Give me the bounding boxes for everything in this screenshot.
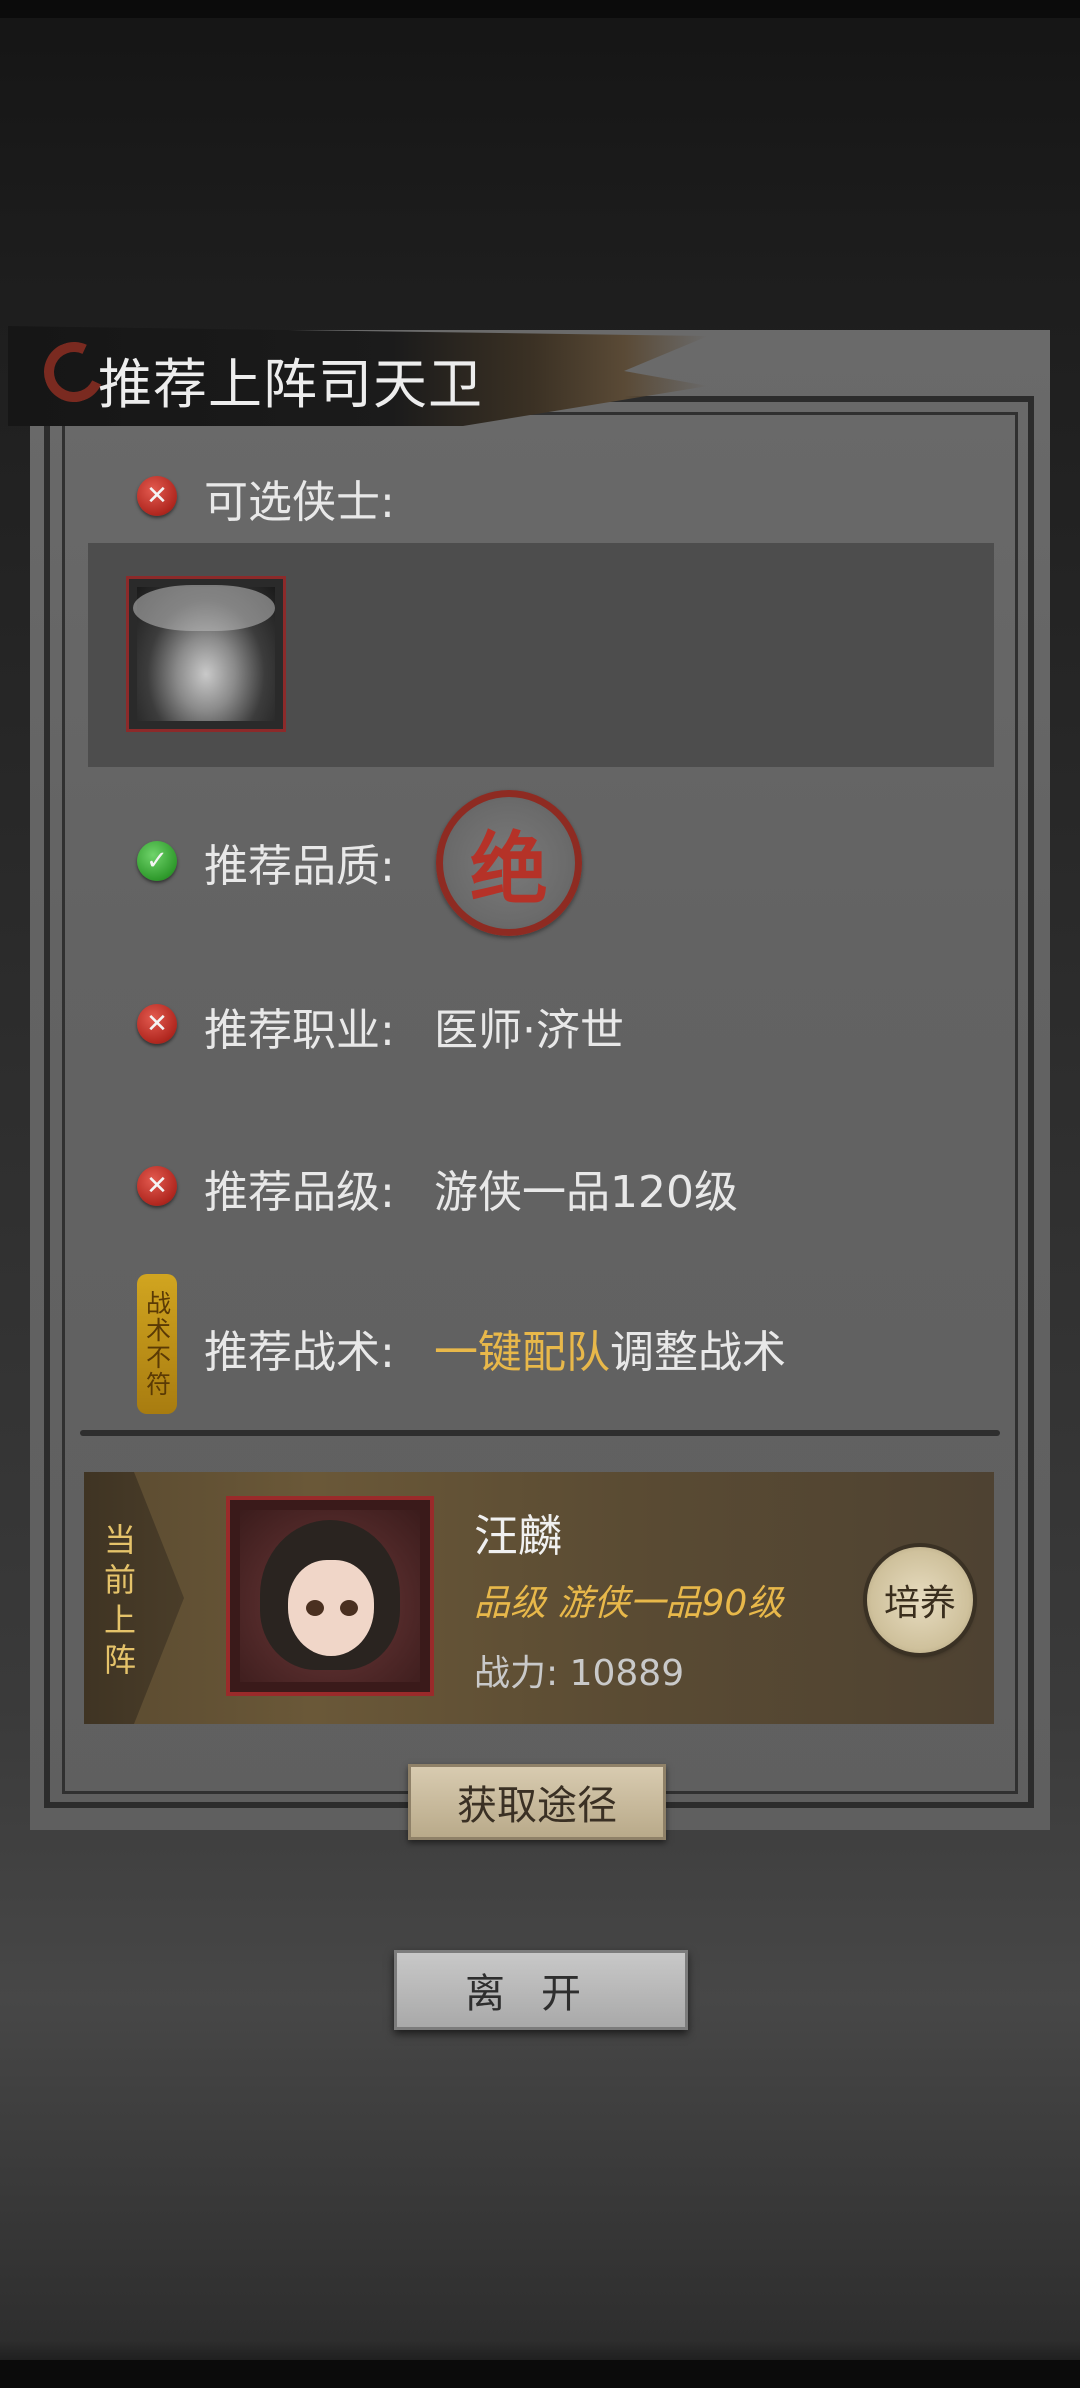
hero-grade: 品级 游侠一品90级 [474,1583,784,1624]
status-bar [0,0,1080,18]
hero-portrait-option[interactable] [126,576,286,732]
divider [80,1430,1000,1436]
grade-value: 游侠一品120级 [434,1167,738,1218]
hero-power: 战力: 10889 [474,1653,685,1694]
portrait-eye [340,1600,358,1616]
tactic-row: 一键配队调整战术 [434,1316,786,1380]
acquire-source-button[interactable]: 获取途径 [408,1764,666,1840]
hat-shape [133,585,275,631]
tactic-label: 推荐战术: [204,1327,395,1378]
portrait-face [288,1560,374,1656]
grade-label: 推荐品级: [204,1167,395,1218]
current-tag-label: 当前上阵 [103,1521,136,1679]
quality-seal-icon: 绝 [436,790,582,936]
fail-icon: ✕ [137,1004,177,1044]
fail-icon: ✕ [137,476,177,516]
portrait-eye [306,1600,324,1616]
auto-team-link[interactable]: 一键配队 [434,1327,610,1378]
profession-label: 推荐职业: [204,1005,395,1056]
navigation-bar [0,2360,1080,2388]
hero-name: 汪麟 [474,1511,562,1562]
fail-icon: ✕ [137,1166,177,1206]
tactic-suffix: 调整战术 [610,1327,786,1378]
current-hero-portrait[interactable] [226,1496,434,1696]
check-icon: ✓ [137,841,177,881]
tactic-mismatch-badge: 战术不符 [137,1274,177,1414]
quality-label: 推荐品质: [204,841,395,892]
dialog-title: 推荐上阵司天卫 [98,353,483,416]
selectable-label: 可选侠士: [204,477,395,528]
train-button[interactable]: 培养 [867,1547,973,1653]
leave-button[interactable]: 离开 [394,1950,688,2030]
profession-value: 医师·济世 [434,1005,624,1056]
